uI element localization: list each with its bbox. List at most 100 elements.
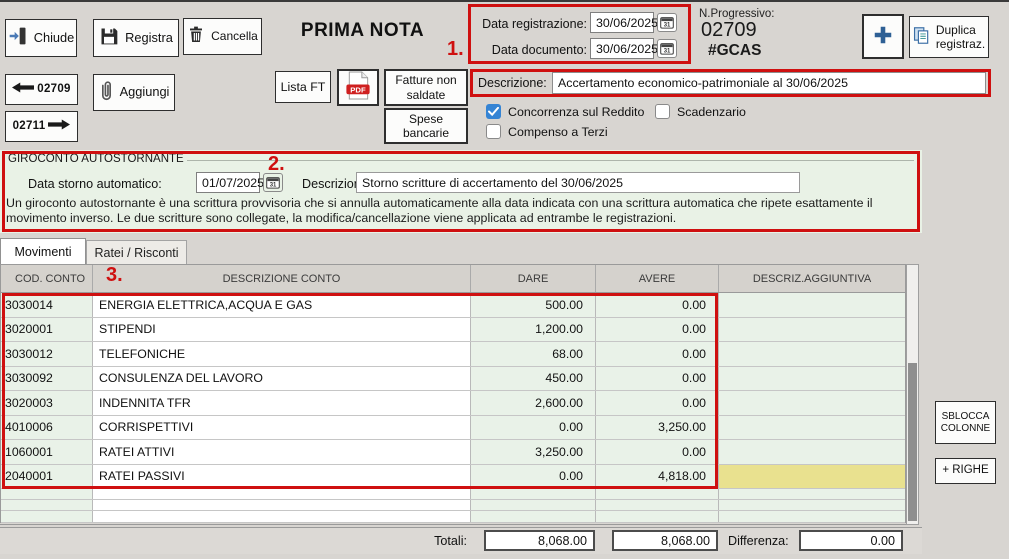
duplica-registrazione-button[interactable]: Duplicaregistraz. — [909, 16, 989, 58]
cell-dare[interactable] — [471, 511, 596, 521]
cell-descrizione-conto[interactable]: CONSULENZA DEL LAVORO — [93, 367, 471, 391]
cell-dare[interactable]: 450.00 — [471, 367, 596, 391]
cell-dare[interactable]: 500.00 — [471, 293, 596, 317]
cell-dare[interactable]: 0.00 — [471, 416, 596, 440]
table-row[interactable]: 4010006CORRISPETTIVI0.003,250.00 — [1, 416, 905, 441]
cell-descrizione-conto[interactable]: TELEFONICHE — [93, 342, 471, 366]
column-header-descrizione-conto[interactable]: DESCRIZIONE CONTO — [93, 265, 471, 292]
nav-next-button[interactable]: 02711 — [5, 111, 78, 142]
cell-avere[interactable]: 4,818.00 — [596, 465, 719, 489]
checkbox-compenso[interactable] — [486, 124, 501, 139]
cell-avere[interactable] — [596, 500, 719, 510]
table-row[interactable]: 3020003INDENNITA TFR2,600.000.00 — [1, 391, 905, 416]
calendar-icon[interactable]: 31 — [657, 39, 677, 58]
cell-dare[interactable]: 3,250.00 — [471, 440, 596, 464]
cell-descriz-aggiuntiva[interactable] — [719, 416, 905, 440]
giroconto-descrizione-field[interactable]: Storno scritture di accertamento del 30/… — [356, 172, 800, 193]
cell-descrizione-conto[interactable] — [93, 511, 471, 521]
data-storno-field[interactable]: 01/07/2025 — [196, 172, 260, 193]
table-row[interactable]: 3030092CONSULENZA DEL LAVORO450.000.00 — [1, 367, 905, 392]
cell-descriz-aggiuntiva[interactable] — [719, 367, 905, 391]
column-header-cod-conto[interactable]: COD. CONTO — [1, 265, 93, 292]
cell-cod-conto[interactable]: 3030092 — [1, 367, 93, 391]
cell-cod-conto[interactable] — [1, 500, 93, 510]
cell-avere[interactable]: 0.00 — [596, 293, 719, 317]
spese-bancarie-button[interactable]: Spesebancarie — [384, 108, 468, 144]
cell-cod-conto[interactable]: 4010006 — [1, 416, 93, 440]
table-row[interactable]: 1060001RATEI ATTIVI3,250.000.00 — [1, 440, 905, 465]
cell-descriz-aggiuntiva[interactable] — [719, 318, 905, 342]
cell-avere[interactable] — [596, 511, 719, 521]
cell-avere[interactable]: 0.00 — [596, 342, 719, 366]
table-row[interactable]: 3030012TELEFONICHE68.000.00 — [1, 342, 905, 367]
cell-dare[interactable]: 2,600.00 — [471, 391, 596, 415]
cell-avere[interactable]: 0.00 — [596, 440, 719, 464]
lista-ft-button[interactable]: Lista FT — [275, 71, 331, 103]
chiude-button[interactable]: Chiude — [5, 19, 77, 57]
cell-descriz-aggiuntiva[interactable] — [719, 500, 905, 510]
cell-descrizione-conto[interactable] — [93, 500, 471, 510]
cell-cod-conto[interactable] — [1, 511, 93, 521]
table-empty-row[interactable] — [1, 500, 905, 511]
table-row[interactable]: 3020001STIPENDI1,200.000.00 — [1, 318, 905, 343]
cell-descrizione-conto[interactable]: CORRISPETTIVI — [93, 416, 471, 440]
cell-descriz-aggiuntiva[interactable] — [719, 391, 905, 415]
table-empty-row[interactable] — [1, 489, 905, 500]
cell-cod-conto[interactable] — [1, 489, 93, 499]
cell-descrizione-conto[interactable]: ENERGIA ELETTRICA,ACQUA E GAS — [93, 293, 471, 317]
add-button[interactable] — [862, 14, 904, 59]
cell-cod-conto[interactable]: 2040001 — [1, 465, 93, 489]
registra-button[interactable]: Registra — [93, 19, 179, 57]
nav-previous-button[interactable]: 02709 — [5, 74, 78, 105]
cell-descrizione-conto[interactable]: INDENNITA TFR — [93, 391, 471, 415]
cell-dare[interactable]: 0.00 — [471, 465, 596, 489]
cell-descriz-aggiuntiva[interactable] — [719, 511, 905, 521]
cell-cod-conto[interactable]: 1060001 — [1, 440, 93, 464]
aggiungi-righe-button[interactable]: + RIGHE — [935, 458, 996, 484]
cell-descrizione-conto[interactable]: STIPENDI — [93, 318, 471, 342]
cancella-button[interactable]: Cancella — [183, 18, 262, 55]
checkbox-scadenzario[interactable] — [655, 104, 670, 119]
cell-descriz-aggiuntiva[interactable] — [719, 489, 905, 499]
table-row[interactable]: 2040001RATEI PASSIVI0.004,818.00 — [1, 465, 905, 490]
vertical-scrollbar[interactable] — [906, 264, 919, 525]
calendar-icon[interactable]: 31 — [657, 13, 677, 32]
descrizione-field[interactable]: Accertamento economico-patrimoniale al 3… — [552, 72, 986, 94]
cell-dare[interactable]: 1,200.00 — [471, 318, 596, 342]
cell-descriz-aggiuntiva[interactable] — [719, 293, 905, 317]
scrollbar-thumb[interactable] — [908, 363, 917, 521]
cell-dare[interactable]: 68.00 — [471, 342, 596, 366]
cell-avere[interactable]: 0.00 — [596, 318, 719, 342]
tab-movimenti[interactable]: Movimenti — [0, 238, 86, 264]
column-header-avere[interactable]: AVERE — [596, 265, 719, 292]
column-header-descriz-aggiuntiva[interactable]: DESCRIZ.AGGIUNTIVA — [719, 265, 905, 292]
cell-avere[interactable]: 0.00 — [596, 367, 719, 391]
cell-avere[interactable]: 0.00 — [596, 391, 719, 415]
cell-cod-conto[interactable]: 3020001 — [1, 318, 93, 342]
tab-ratei-risconti[interactable]: Ratei / Risconti — [86, 240, 187, 264]
cell-descrizione-conto[interactable]: RATEI ATTIVI — [93, 440, 471, 464]
cell-cod-conto[interactable]: 3030014 — [1, 293, 93, 317]
data-registrazione-field[interactable]: 30/06/2025 — [590, 12, 654, 33]
cell-dare[interactable] — [471, 500, 596, 510]
cell-cod-conto[interactable]: 3020003 — [1, 391, 93, 415]
cell-descriz-aggiuntiva[interactable] — [719, 342, 905, 366]
cell-dare[interactable] — [471, 489, 596, 499]
aggiungi-button[interactable]: Aggiungi — [93, 74, 175, 111]
checkbox-concorrenza[interactable] — [486, 104, 501, 119]
sblocca-colonne-button[interactable]: SBLOCCACOLONNE — [935, 401, 996, 444]
fatture-non-saldate-button[interactable]: Fatture nonsaldate — [384, 69, 468, 106]
table-row[interactable]: 3030014ENERGIA ELETTRICA,ACQUA E GAS500.… — [1, 293, 905, 318]
data-documento-field[interactable]: 30/06/2025 — [590, 38, 654, 59]
cell-descriz-aggiuntiva[interactable] — [719, 440, 905, 464]
cell-cod-conto[interactable]: 3030012 — [1, 342, 93, 366]
table-empty-row[interactable] — [1, 511, 905, 522]
column-header-dare[interactable]: DARE — [471, 265, 596, 292]
cell-avere[interactable]: 3,250.00 — [596, 416, 719, 440]
pdf-button[interactable]: PDF — [337, 69, 379, 106]
cell-descrizione-conto[interactable] — [93, 489, 471, 499]
cell-descrizione-conto[interactable]: RATEI PASSIVI — [93, 465, 471, 489]
page-title: PRIMA NOTA — [290, 20, 435, 42]
cell-descriz-aggiuntiva[interactable] — [719, 465, 905, 489]
cell-avere[interactable] — [596, 489, 719, 499]
